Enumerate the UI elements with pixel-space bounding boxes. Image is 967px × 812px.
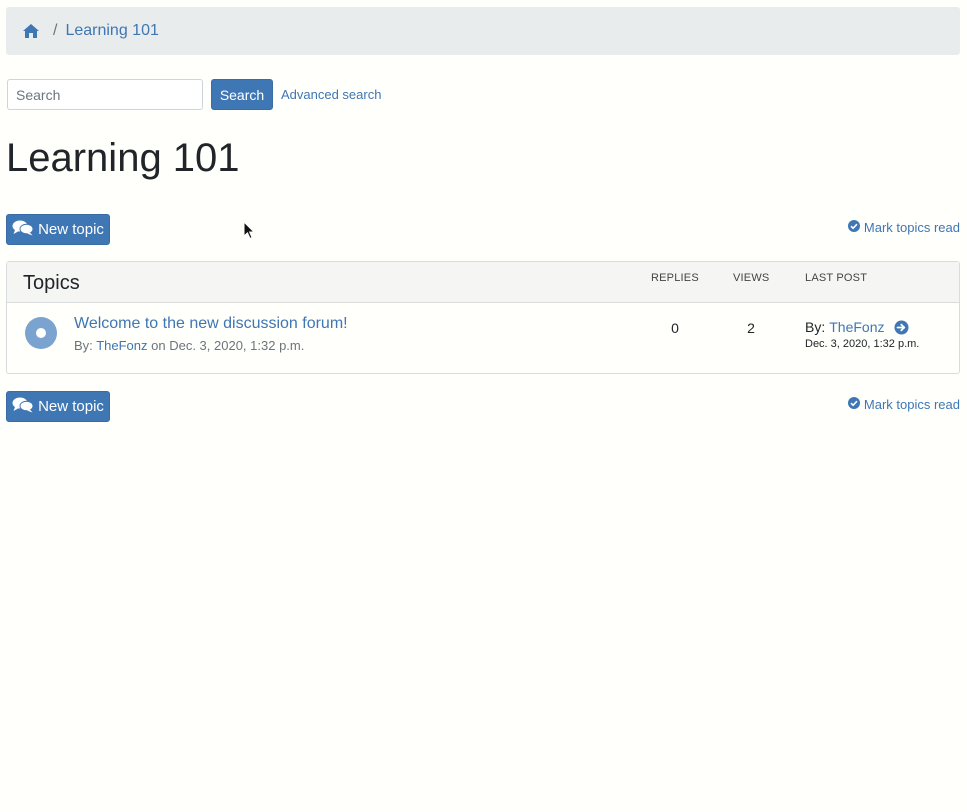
check-circle-icon xyxy=(847,397,860,412)
topic-meta: By: TheFonz on Dec. 3, 2020, 1:32 p.m. xyxy=(74,338,304,353)
comments-icon xyxy=(12,397,34,417)
new-topic-button[interactable]: New topic xyxy=(6,214,110,245)
topics-table: Topics REPLIES VIEWS LAST POST Welcome t… xyxy=(6,261,960,374)
topic-replies-count: 0 xyxy=(671,320,679,336)
breadcrumb-current[interactable]: Learning 101 xyxy=(65,22,158,40)
advanced-search-link[interactable]: Advanced search xyxy=(281,87,381,102)
topic-views-count: 2 xyxy=(747,320,755,336)
column-header-last-post: LAST POST xyxy=(805,272,868,284)
mark-topics-read-link[interactable]: Mark topics read xyxy=(847,220,960,235)
new-topic-label: New topic xyxy=(38,398,104,415)
mark-topics-read-link-bottom[interactable]: Mark topics read xyxy=(847,397,960,412)
breadcrumb-separator: / xyxy=(53,22,58,39)
go-to-last-post-icon[interactable] xyxy=(894,320,909,335)
mark-topics-read-label: Mark topics read xyxy=(863,397,960,412)
check-circle-icon xyxy=(847,220,860,235)
page-title: Learning 101 xyxy=(6,136,240,180)
column-header-replies: REPLIES xyxy=(651,272,699,284)
breadcrumb: / Learning 101 xyxy=(6,7,960,55)
topic-date: Dec. 3, 2020, 1:32 p.m. xyxy=(169,338,305,353)
search-input[interactable] xyxy=(7,79,203,110)
topics-header: Topics REPLIES VIEWS LAST POST xyxy=(7,262,959,303)
topic-author-link[interactable]: TheFonz xyxy=(96,338,147,353)
search-bar: Search Advanced search xyxy=(7,79,381,110)
topic-unread-icon xyxy=(25,317,57,349)
search-button[interactable]: Search xyxy=(211,79,273,110)
last-post-date: Dec. 3, 2020, 1:32 p.m. xyxy=(805,338,920,350)
last-post-by-label: By: xyxy=(805,319,826,335)
mark-topics-read-label: Mark topics read xyxy=(863,220,960,235)
last-post-cell: By: TheFonz Dec. 3, 2020, 1:32 p.m. xyxy=(805,319,919,350)
table-row: Welcome to the new discussion forum! By:… xyxy=(7,303,959,373)
home-icon[interactable] xyxy=(22,23,40,39)
topic-on-label: on xyxy=(151,338,166,353)
new-topic-button-bottom[interactable]: New topic xyxy=(6,391,110,422)
topic-title-link[interactable]: Welcome to the new discussion forum! xyxy=(74,315,348,333)
mouse-pointer-icon xyxy=(243,220,256,245)
new-topic-label: New topic xyxy=(38,221,104,238)
last-post-author-link[interactable]: TheFonz xyxy=(829,319,884,335)
column-header-views: VIEWS xyxy=(733,272,770,284)
topics-heading: Topics xyxy=(23,272,80,294)
comments-icon xyxy=(12,220,34,240)
topic-by-label: By: xyxy=(74,338,93,353)
